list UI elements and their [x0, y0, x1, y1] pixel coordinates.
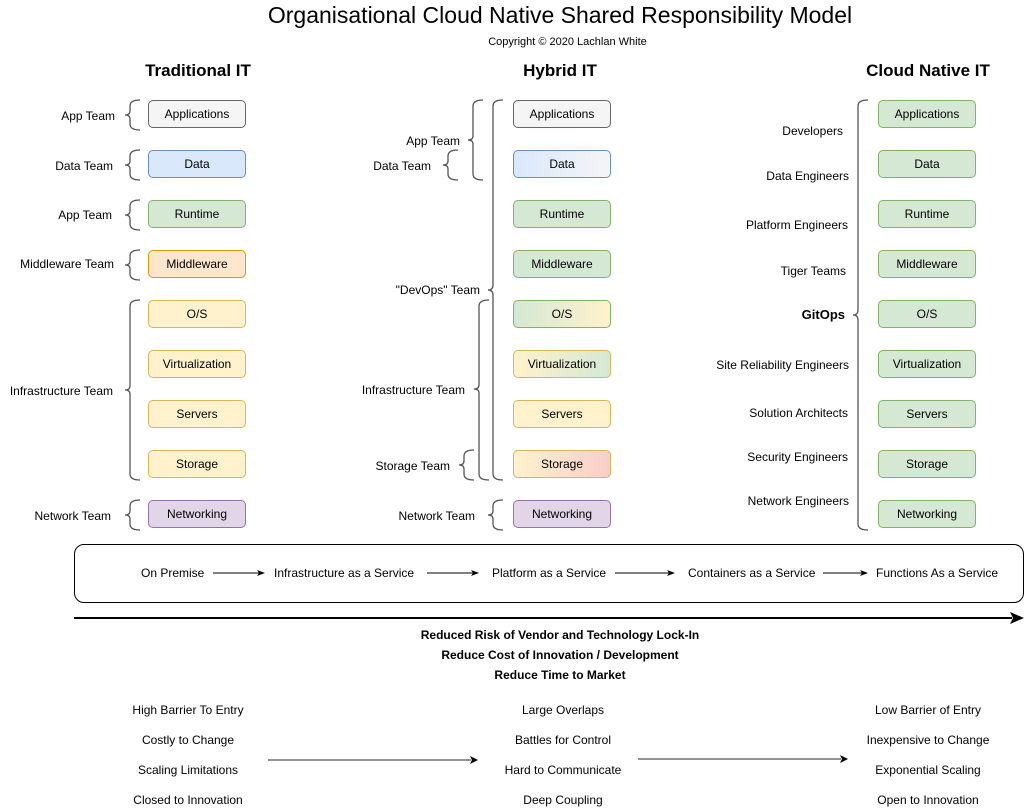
trait-hybrid: Large Overlaps: [521, 703, 605, 717]
brace-icon: [124, 149, 141, 181]
trait-cloud-native: Exponential Scaling: [875, 763, 981, 777]
benefit-text: Reduced Risk of Vendor and Technology Lo…: [420, 628, 700, 642]
arrowhead-icon: [840, 755, 848, 763]
benefit-text: Reduce Cost of Innovation / Development: [441, 648, 679, 662]
brace-icon: [458, 449, 475, 481]
trait-traditional: Scaling Limitations: [137, 763, 239, 777]
arrowhead-icon: [1010, 612, 1024, 624]
brace-icon: [852, 99, 869, 531]
service-model-on-premise: On Premise: [141, 566, 205, 580]
brace-icon: [124, 99, 141, 131]
brace-icon: [124, 299, 141, 481]
brace-icon: [124, 199, 141, 231]
trait-traditional: High Barrier To Entry: [132, 703, 244, 717]
brace-icon: [473, 299, 490, 481]
trait-cloud-native: Low Barrier of Entry: [874, 703, 982, 717]
brace-icon: [442, 149, 459, 181]
service-model-iaas: Infrastructure as a Service: [274, 566, 415, 580]
trait-traditional: Closed to Innovation: [133, 793, 243, 807]
brace-icon: [487, 99, 504, 481]
trait-hybrid: Battles for Control: [514, 733, 612, 747]
trait-traditional: Costly to Change: [141, 733, 235, 747]
service-model-paas: Platform as a Service: [492, 566, 607, 580]
brace-icon: [487, 499, 504, 531]
trait-cloud-native: Inexpensive to Change: [866, 733, 990, 747]
trait-hybrid: Deep Coupling: [523, 793, 603, 807]
trait-cloud-native: Open to Innovation: [877, 793, 979, 807]
brace-icon: [124, 499, 141, 531]
connector-overlay: [74, 99, 1024, 764]
service-model-caas: Containers as a Service: [688, 566, 816, 580]
benefit-text: Reduce Time to Market: [494, 668, 626, 682]
service-model-faas: Functions As a Service: [876, 566, 999, 580]
brace-icon: [124, 249, 141, 281]
trait-hybrid: Hard to Communicate: [504, 763, 622, 777]
brace-icon: [467, 99, 484, 181]
